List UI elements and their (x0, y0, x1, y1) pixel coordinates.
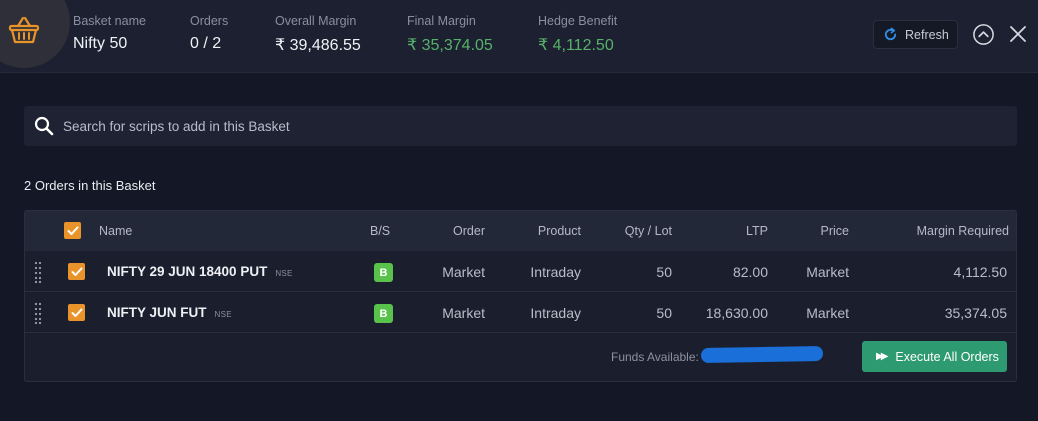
ltp-value: 18,630.00 (705, 305, 768, 321)
basket-name-value: Nifty 50 (73, 35, 128, 52)
qty-lot: 50 (656, 264, 672, 280)
execute-all-orders-button[interactable]: ▶▶ Execute All Orders (862, 341, 1007, 372)
basket-name-block: Basket name Nifty 50 (73, 14, 146, 53)
overall-margin-label: Overall Margin (275, 14, 357, 28)
hedge-benefit-value: ₹ 4,112.50 (538, 37, 614, 54)
price-value: Market (806, 305, 849, 321)
refresh-button[interactable]: Refresh (873, 20, 958, 49)
row-checkbox[interactable] (68, 304, 85, 321)
margin-value: 35,374.05 (944, 305, 1007, 321)
hedge-benefit-block: Hedge Benefit ₹ 4,112.50 (538, 14, 617, 55)
basket-icon (8, 16, 40, 44)
search-bar[interactable] (24, 106, 1017, 146)
col-bs[interactable]: B/S (370, 224, 390, 238)
check-icon (67, 226, 78, 235)
orders-value: 0 / 2 (190, 35, 222, 52)
close-icon[interactable] (1008, 24, 1028, 44)
buy-badge[interactable]: B (374, 304, 393, 323)
exchange-label: NSE (275, 269, 293, 278)
ltp-value: 82.00 (732, 264, 768, 280)
refresh-label: Refresh (905, 27, 949, 42)
table-header: Name B/S Order Product Qty / Lot LTP Pri… (25, 211, 1016, 251)
order-type: Market (442, 264, 485, 280)
col-ltp[interactable]: LTP (705, 224, 768, 238)
search-icon (34, 116, 54, 136)
orders-table: Name B/S Order Product Qty / Lot LTP Pri… (24, 210, 1017, 382)
check-icon (71, 267, 82, 276)
row-checkbox[interactable] (68, 263, 85, 280)
funds-available-label: Funds Available: (611, 350, 699, 364)
exchange-label: NSE (214, 310, 232, 319)
orders-count-title: 2 Orders in this Basket (24, 178, 156, 193)
check-icon (71, 308, 82, 317)
table-row[interactable]: NIFTY JUN FUT NSE B Market Intraday 50 18… (25, 292, 1016, 333)
product-type: Intraday (530, 305, 581, 321)
search-input[interactable] (63, 118, 963, 134)
col-order[interactable]: Order (425, 224, 485, 238)
order-type: Market (442, 305, 485, 321)
drag-handle-icon[interactable] (34, 261, 42, 283)
final-margin-block: Final Margin ₹ 35,374.05 (407, 14, 493, 55)
scrip-name[interactable]: NIFTY 29 JUN 18400 PUT NSE (107, 264, 293, 279)
col-product[interactable]: Product (505, 224, 581, 238)
final-margin-label: Final Margin (407, 14, 476, 28)
final-margin-value: ₹ 35,374.05 (407, 37, 493, 54)
margin-value: 4,112.50 (953, 264, 1007, 280)
col-qty-lot[interactable]: Qty / Lot (605, 224, 672, 238)
buy-badge[interactable]: B (374, 263, 393, 282)
product-type: Intraday (530, 264, 581, 280)
col-name[interactable]: Name (99, 224, 132, 238)
qty-lot: 50 (656, 305, 672, 321)
table-row[interactable]: NIFTY 29 JUN 18400 PUT NSE B Market Intra… (25, 251, 1016, 292)
scrip-name[interactable]: NIFTY JUN FUT NSE (107, 305, 232, 320)
select-all-checkbox[interactable] (64, 222, 81, 239)
chevron-up-icon[interactable] (972, 23, 995, 46)
refresh-icon (884, 27, 897, 41)
basket-logo (0, 0, 70, 68)
scrip-name-text: NIFTY JUN FUT (107, 305, 207, 320)
col-margin-required[interactable]: Margin Required (885, 224, 1009, 238)
scrip-name-text: NIFTY 29 JUN 18400 PUT (107, 264, 268, 279)
drag-handle-icon[interactable] (34, 302, 42, 324)
funds-redaction-mark (700, 345, 824, 364)
orders-label: Orders (190, 14, 229, 28)
price-value: Market (806, 264, 849, 280)
overall-margin-block: Overall Margin ₹ 39,486.55 (275, 14, 361, 55)
basket-name-label: Basket name (73, 14, 146, 28)
orders-block: Orders 0 / 2 (190, 14, 228, 53)
hedge-benefit-label: Hedge Benefit (538, 14, 618, 28)
execute-all-orders-label: Execute All Orders (895, 349, 999, 364)
overall-margin-value: ₹ 39,486.55 (275, 37, 361, 54)
fast-forward-icon: ▶▶ (876, 351, 889, 362)
basket-header: Basket name Nifty 50 Orders 0 / 2 Overal… (0, 0, 1038, 73)
col-price[interactable]: Price (795, 224, 849, 238)
